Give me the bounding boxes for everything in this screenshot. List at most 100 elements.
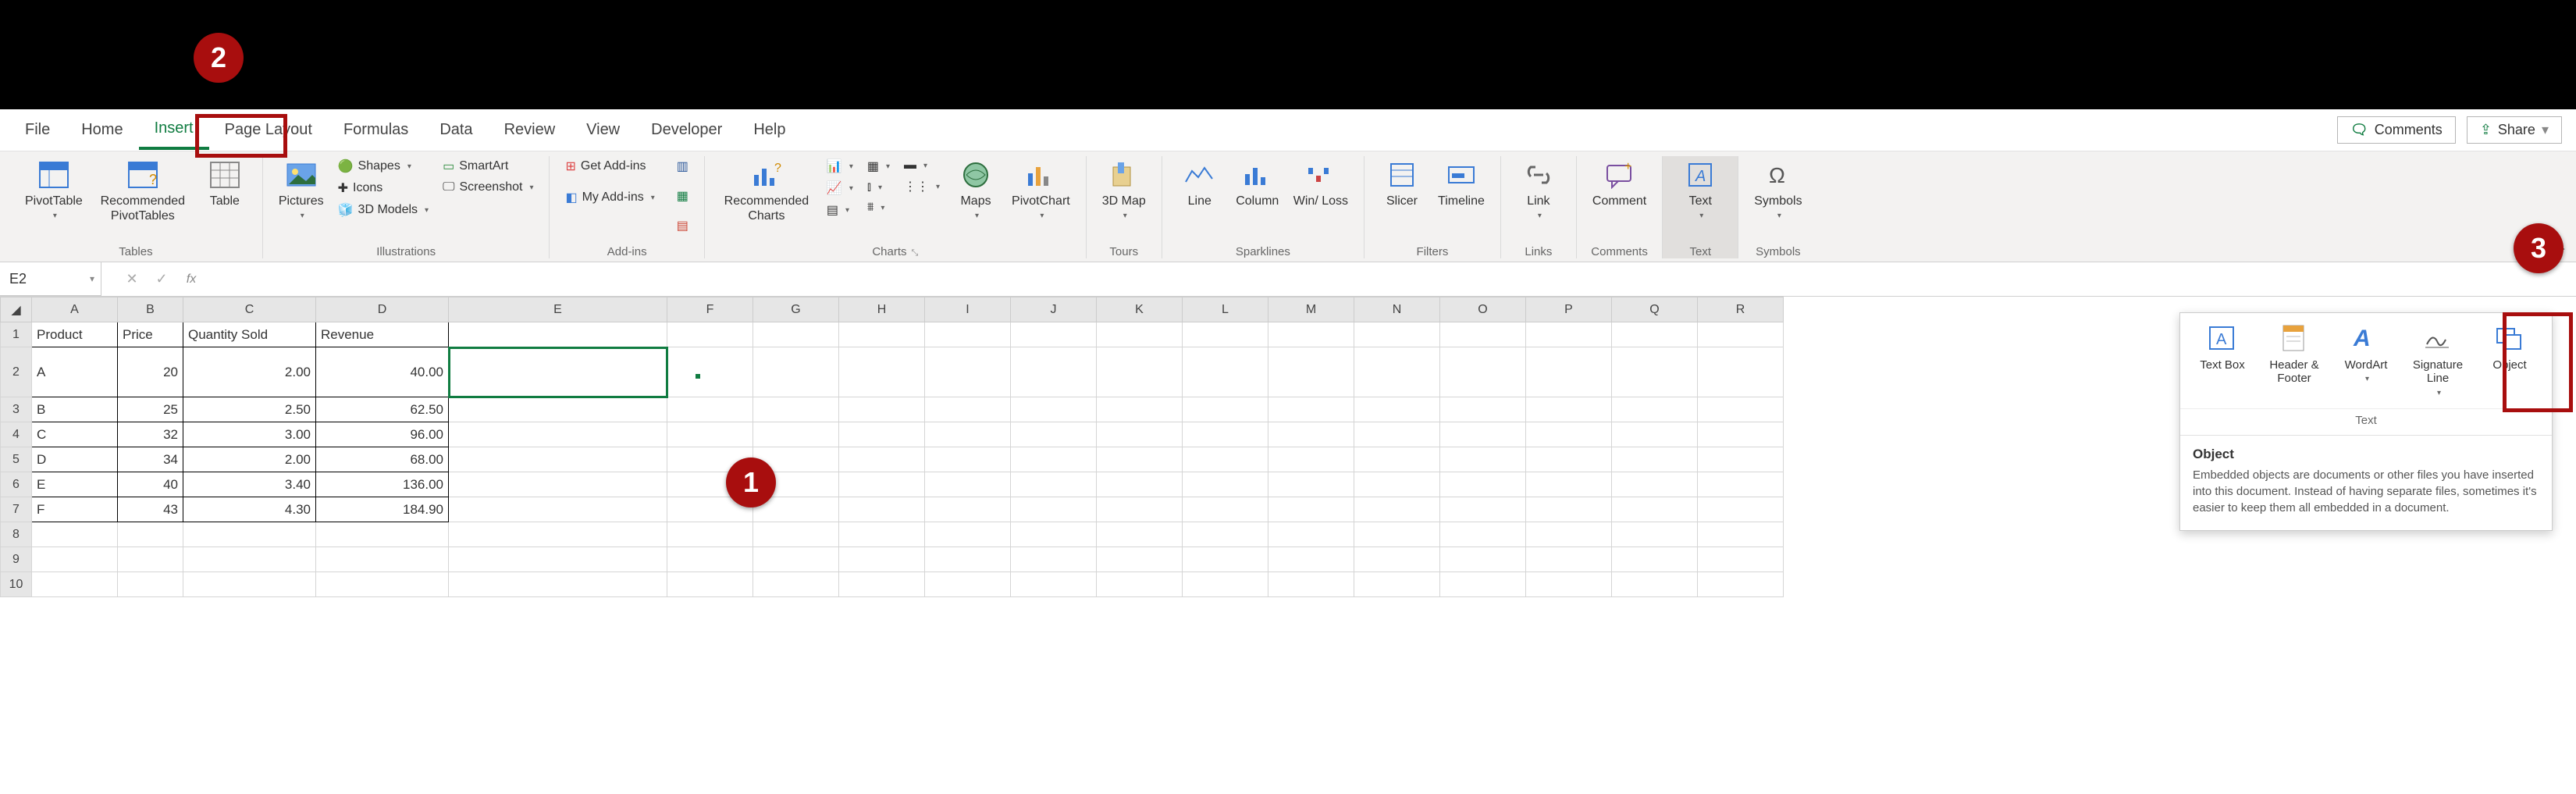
cell[interactable]: 40 [118, 472, 183, 497]
cell-D1[interactable]: Revenue [316, 322, 449, 347]
text-dropdown-button[interactable]: AText [1674, 156, 1727, 224]
cell[interactable]: 62.50 [316, 397, 449, 422]
my-addins-button[interactable]: ◧My Add-ins [560, 187, 659, 208]
row-header[interactable]: 5 [1, 447, 32, 472]
header-footer-button[interactable]: Header & Footer [2260, 319, 2329, 402]
col-header-H[interactable]: H [839, 297, 925, 322]
tab-home[interactable]: Home [66, 112, 138, 148]
col-header-L[interactable]: L [1183, 297, 1268, 322]
cell[interactable]: 2.50 [183, 397, 316, 422]
text-box-button[interactable]: A Text Box [2188, 319, 2257, 402]
cell-E1[interactable] [449, 322, 667, 347]
row-header[interactable]: 4 [1, 422, 32, 447]
cell[interactable] [449, 447, 667, 472]
fill-handle[interactable] [695, 373, 701, 379]
recommended-pivottables-button[interactable]: ? Recommended PivotTables [92, 156, 194, 226]
col-header-O[interactable]: O [1440, 297, 1526, 322]
col-header-E[interactable]: E [449, 297, 667, 322]
smartart-button[interactable]: ▭SmartArt [438, 156, 538, 176]
symbols-button[interactable]: ΩSymbols [1749, 156, 1806, 224]
cell[interactable]: D [32, 447, 118, 472]
timeline-button[interactable]: Timeline [1433, 156, 1489, 212]
col-header-K[interactable]: K [1097, 297, 1183, 322]
share-button[interactable]: ⇪ Share ▾ [2467, 116, 2562, 144]
screenshot-button[interactable]: 🖵Screenshot [438, 178, 538, 197]
row-header[interactable]: 2 [1, 347, 32, 397]
pivottable-button[interactable]: PivotTable [20, 156, 87, 224]
visio-addin-button[interactable]: ▥ [672, 156, 693, 176]
cell[interactable] [449, 422, 667, 447]
combo-chart-button[interactable]: ⩩ [863, 198, 895, 217]
recommended-charts-button[interactable]: ? Recommended Charts [716, 156, 817, 226]
cell[interactable]: 136.00 [316, 472, 449, 497]
table-button[interactable]: Table [198, 156, 251, 212]
cell[interactable]: 96.00 [316, 422, 449, 447]
cell[interactable] [449, 497, 667, 522]
cell[interactable]: 20 [118, 347, 183, 397]
row-header[interactable]: 3 [1, 397, 32, 422]
people-graph-addin-button[interactable]: ▤ [672, 215, 693, 236]
cell[interactable]: 40.00 [316, 347, 449, 397]
cell[interactable]: 3.00 [183, 422, 316, 447]
cancel-formula-button[interactable]: ✕ [117, 271, 147, 287]
row-header-1[interactable]: 1 [1, 322, 32, 347]
col-header-M[interactable]: M [1268, 297, 1354, 322]
waterfall-chart-button[interactable]: ▬ [899, 156, 945, 175]
col-header-C[interactable]: C [183, 297, 316, 322]
cell[interactable] [449, 472, 667, 497]
tab-formulas[interactable]: Formulas [328, 112, 424, 148]
tab-developer[interactable]: Developer [635, 112, 738, 148]
row-header[interactable]: 8 [1, 522, 32, 547]
col-header-F[interactable]: F [667, 297, 753, 322]
comments-button[interactable]: 🗨 Comments [2337, 116, 2456, 144]
enter-formula-button[interactable]: ✓ [147, 271, 176, 287]
select-all-corner[interactable]: ◢ [1, 297, 32, 322]
slicer-button[interactable]: Slicer [1375, 156, 1429, 212]
cell[interactable]: 32 [118, 422, 183, 447]
cell[interactable]: 184.90 [316, 497, 449, 522]
pictures-button[interactable]: Pictures [274, 156, 329, 224]
col-header-N[interactable]: N [1354, 297, 1440, 322]
pivotchart-button[interactable]: PivotChart [1007, 156, 1075, 224]
col-header-R[interactable]: R [1698, 297, 1784, 322]
cell[interactable]: 4.30 [183, 497, 316, 522]
signature-line-button[interactable]: Signature Line [2403, 319, 2472, 402]
wordart-button[interactable]: A WordArt [2332, 319, 2400, 402]
insert-function-button[interactable]: fx [176, 272, 206, 287]
scatter-chart-button[interactable]: ⋮⋮ [899, 176, 945, 197]
cell[interactable]: C [32, 422, 118, 447]
col-header-I[interactable]: I [925, 297, 1011, 322]
maps-button[interactable]: Maps [949, 156, 1002, 224]
cell-B1[interactable]: Price [118, 322, 183, 347]
cell[interactable]: 43 [118, 497, 183, 522]
cell-C1[interactable]: Quantity Sold [183, 322, 316, 347]
cell[interactable]: E [32, 472, 118, 497]
cell-A1[interactable]: Product [32, 322, 118, 347]
tab-review[interactable]: Review [489, 112, 571, 148]
get-addins-button[interactable]: ⊞Get Add-ins [560, 156, 659, 176]
link-button[interactable]: Link [1512, 156, 1565, 224]
cell[interactable]: A [32, 347, 118, 397]
row-header[interactable]: 7 [1, 497, 32, 522]
column-chart-button[interactable]: 📊 [822, 156, 858, 176]
col-header-G[interactable]: G [753, 297, 839, 322]
col-header-D[interactable]: D [316, 297, 449, 322]
cell[interactable]: 68.00 [316, 447, 449, 472]
sparkline-column-button[interactable]: Column [1231, 156, 1284, 212]
col-header-J[interactable]: J [1011, 297, 1097, 322]
charts-launcher[interactable]: ⤡ [912, 248, 919, 258]
row-header[interactable]: 10 [1, 572, 32, 597]
row-header[interactable]: 9 [1, 547, 32, 572]
cell[interactable]: 25 [118, 397, 183, 422]
stat-chart-button[interactable]: ⫾ [863, 178, 895, 197]
tab-file[interactable]: File [9, 112, 66, 148]
col-header-B[interactable]: B [118, 297, 183, 322]
shapes-button[interactable]: 🟢Shapes [333, 156, 433, 176]
col-header-A[interactable]: A [32, 297, 118, 322]
tab-help[interactable]: Help [738, 112, 801, 148]
col-header-Q[interactable]: Q [1612, 297, 1698, 322]
cell[interactable] [449, 397, 667, 422]
hierarchy-chart-button[interactable]: ▦ [863, 156, 895, 176]
name-box[interactable]: E2 [0, 262, 101, 296]
cell[interactable]: 2.00 [183, 447, 316, 472]
